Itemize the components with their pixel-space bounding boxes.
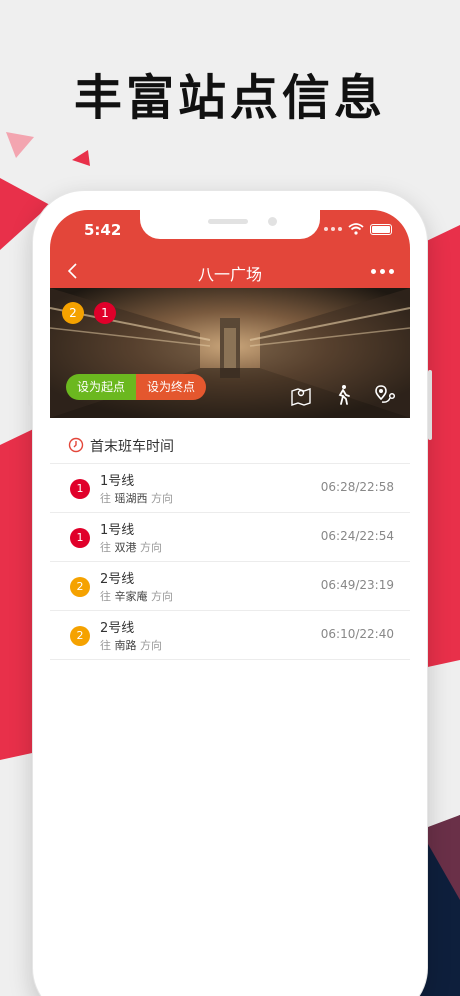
route-icon[interactable] [374,384,396,406]
small-red-triangle [72,150,90,166]
schedule-row[interactable]: 1 1号线 往 双港 方向 06:24/22:54 [50,513,410,562]
first-last-time: 06:49/23:19 [320,578,394,592]
line-badge: 1 [70,528,90,548]
direction-suffix: 方向 [140,541,162,554]
line-1-badge: 1 [94,302,116,324]
wifi-icon [348,223,364,235]
schedule-list: 1 1号线 往 瑶湖西 方向 06:28/22:58 1 1号线 往 双港 方向… [50,464,410,660]
schedule-row[interactable]: 1 1号线 往 瑶湖西 方向 06:28/22:58 [50,464,410,513]
first-last-time: 06:10/22:40 [320,627,394,641]
direction: 往 瑶湖西 方向 [100,490,173,506]
status-icons [324,223,392,235]
direction: 往 辛家庵 方向 [100,588,173,604]
line-name: 2号线 [100,572,135,587]
line-badge: 2 [70,626,90,646]
direction-suffix: 方向 [140,639,162,652]
direction: 往 双港 方向 [100,539,162,555]
signal-icon [324,227,342,231]
schedule-row[interactable]: 2 2号线 往 辛家庵 方向 06:49/23:19 [50,562,410,611]
speaker-grille [208,219,248,224]
battery-icon [370,223,392,235]
line-name: 2号线 [100,621,135,636]
first-last-time: 06:28/22:58 [320,480,394,494]
schedule-section-header: 首末班车时间 [50,430,410,464]
front-camera [268,217,277,226]
line-name: 1号线 [100,474,135,489]
direction-suffix: 方向 [151,492,173,505]
section-title: 首末班车时间 [90,439,174,455]
phone-power-button [428,370,432,440]
phone-volume-button [28,360,32,406]
pink-triangle [6,132,34,158]
line-name: 1号线 [100,523,135,538]
destination: 辛家庵 [114,590,148,603]
app-screen: 5:42 八一广场 2 1 设为起点 设为终点 首末班车时间 1 1号线 往 瑶… [50,210,410,996]
destination: 瑶湖西 [114,492,148,505]
direction-prefix: 往 [100,590,111,603]
page-title: 八一广场 [197,265,262,284]
more-options-icon[interactable] [371,269,394,274]
set-end-button[interactable]: 设为终点 [136,374,206,400]
direction-suffix: 方向 [151,590,173,603]
phone-notch [140,210,320,239]
line-2-badge: 2 [62,302,84,324]
direction: 往 南路 方向 [100,637,162,653]
destination: 南路 [114,639,137,652]
status-time: 5:42 [84,221,122,239]
schedule-row[interactable]: 2 2号线 往 南路 方向 06:10/22:40 [50,611,410,660]
first-last-time: 06:24/22:54 [320,529,394,543]
promo-headline: 丰富站点信息 [73,70,386,126]
direction-prefix: 往 [100,639,111,652]
nav-bar: 八一广场 [50,254,410,288]
direction-prefix: 往 [100,541,111,554]
station-hero: 2 1 设为起点 设为终点 [50,288,410,418]
map-icon[interactable] [290,384,312,406]
line-badge: 2 [70,577,90,597]
direction-prefix: 往 [100,492,111,505]
destination: 双港 [114,541,137,554]
status-bar: 5:42 [50,210,410,254]
set-start-button[interactable]: 设为起点 [66,374,136,400]
walking-icon[interactable] [332,384,354,406]
line-badge: 1 [70,479,90,499]
clock-icon [68,437,84,453]
